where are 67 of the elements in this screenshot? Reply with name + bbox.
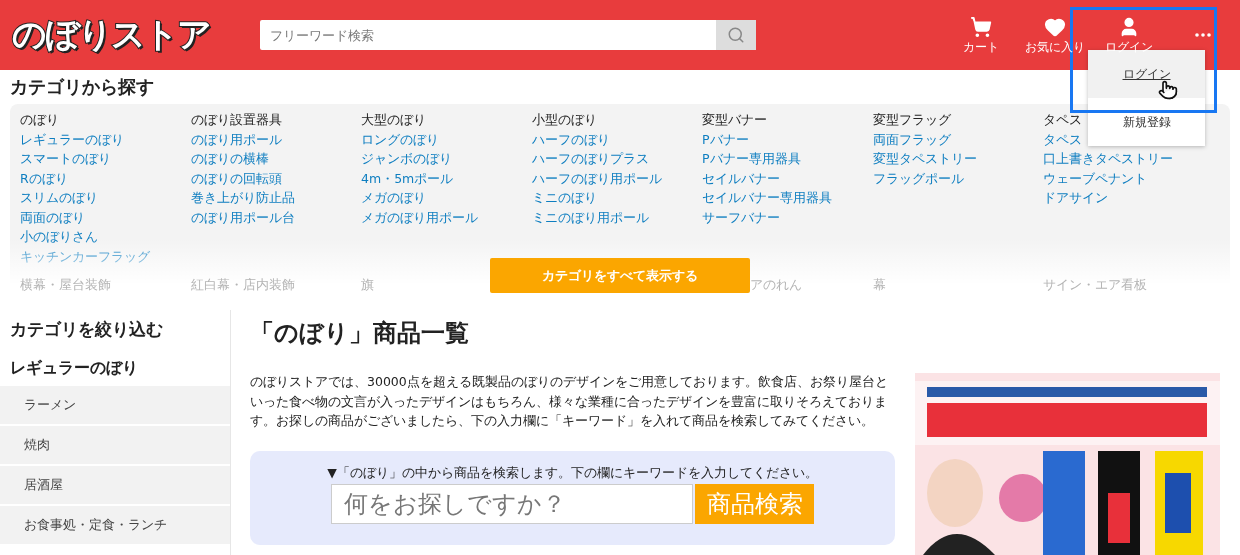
cart-nav-item[interactable]: カート — [944, 15, 1018, 55]
sidebar-item[interactable]: お食事処・定食・ランチ — [0, 506, 230, 544]
page-title: 「のぼり」商品一覧 — [250, 318, 470, 349]
category-link[interactable]: ハーフのぼり — [531, 131, 610, 151]
category-link[interactable]: 両面フラッグ — [872, 131, 951, 151]
category-heading[interactable]: 幕 — [872, 277, 886, 294]
sidebar-item[interactable]: 居酒屋 — [0, 466, 230, 504]
category-link[interactable]: ミニのぼり用ポール — [531, 209, 649, 229]
category-link[interactable]: ハーフのぼりプラス — [531, 151, 649, 171]
category-link[interactable]: サーフバナー — [702, 209, 780, 229]
description: のぼりストアでは、30000点を超える既製品のぼりのデザインをご用意しております。飲食店、お祭り屋台といった食べ物の文言が入ったデザインはもちろん、様々な業種に合ったデザインを豊富に取りそろえております。お探しの商品がございましたら、下の入力欄に「キーワード」を入れて商品を検索してみてください。 — [250, 373, 889, 430]
category-link[interactable]: 巻き上がり防止品 — [190, 190, 295, 210]
sidebar-item[interactable]: ラーメン — [0, 386, 230, 424]
category-heading[interactable]: 横幕・屋台装飾 — [20, 277, 111, 294]
category-link[interactable]: ウェーブペナント — [1043, 170, 1147, 190]
category-link[interactable]: ドアサイン — [1043, 190, 1108, 210]
search-field[interactable]: フリーワード検索 — [260, 20, 716, 50]
sidebar-title: カテゴリを絞り込む — [9, 319, 164, 341]
search-hint: ▼「のぼり」の中から商品を検索します。下の欄にキーワードを入力してください。 — [327, 465, 818, 482]
category-link[interactable]: 両面のぼり — [20, 209, 85, 229]
category-link[interactable]: レギュラーのぼり — [20, 131, 124, 151]
sidebar-subtitle: レギュラーのぼり — [9, 358, 139, 379]
keyword-input[interactable]: 何をお探しですか？ — [331, 484, 693, 524]
category-link[interactable]: スリムのぼり — [20, 190, 98, 210]
category-heading[interactable]: アのれん — [750, 277, 802, 294]
category-heading: 大型のぼり — [361, 112, 426, 129]
more-icon — [1195, 33, 1211, 37]
category-heading[interactable]: 旗 — [361, 277, 374, 294]
category-link[interactable]: のぼり用ポール台 — [190, 209, 295, 229]
category-link[interactable]: Rのぼり — [20, 170, 68, 190]
category-heading: 変型バナー — [702, 112, 767, 129]
category-link[interactable]: Pバナー — [702, 131, 749, 151]
category-heading: 小型のぼり — [531, 112, 597, 129]
category-link[interactable]: ミニのぼり — [531, 190, 597, 210]
category-link[interactable]: 口上書きタペストリー — [1043, 151, 1173, 171]
category-link[interactable]: フラッグポール — [872, 170, 964, 190]
category-link[interactable]: 変型タペストリー — [872, 151, 977, 171]
category-heading: タペス — [1043, 112, 1082, 129]
search-icon — [727, 26, 745, 44]
menu-item[interactable]: ログイン — [1088, 50, 1205, 98]
search-button[interactable] — [716, 20, 756, 50]
cart-icon — [970, 15, 992, 38]
category-link[interactable]: Pバナー専用器具 — [702, 151, 801, 171]
category-link[interactable]: ハーフのぼり用ポール — [531, 170, 662, 190]
category-heading: のぼり設置器具 — [190, 112, 282, 129]
category-link[interactable]: のぼりの回転頭 — [190, 170, 282, 190]
category-link[interactable]: メガのぼり — [361, 190, 426, 210]
category-link[interactable]: ジャンボのぼり — [361, 151, 452, 171]
category-link[interactable]: 4m・5mポール — [361, 170, 454, 190]
category-link[interactable]: キッチンカーフラッグ — [20, 248, 150, 268]
category-link[interactable]: セイルバナー — [702, 170, 780, 190]
category-heading: 変型フラッグ — [872, 112, 951, 129]
category-link[interactable]: 小のぼりさん — [20, 229, 98, 249]
section-title: カテゴリから探す — [9, 75, 155, 99]
category-link[interactable]: タペス — [1043, 131, 1082, 151]
logo[interactable]: のぼりストア — [12, 12, 260, 58]
sidebar-item[interactable]: 焼肉 — [0, 426, 230, 464]
category-link[interactable]: セイルバナー専用器具 — [702, 190, 832, 210]
category-link[interactable]: ロングのぼり — [361, 131, 439, 151]
category-link[interactable]: メガのぼり用ポール — [361, 209, 478, 229]
category-link[interactable]: のぼりの横棒 — [190, 151, 269, 171]
category-link[interactable]: スマートのぼり — [20, 151, 111, 171]
category-heading[interactable]: 紅白幕・店内装飾 — [190, 277, 295, 294]
hand-cursor-icon — [1158, 80, 1178, 100]
category-link[interactable]: のぼり用ポール — [190, 131, 282, 151]
category-heading: のぼり — [20, 112, 59, 129]
category-heading[interactable]: サイン・エア看板 — [1043, 277, 1147, 294]
